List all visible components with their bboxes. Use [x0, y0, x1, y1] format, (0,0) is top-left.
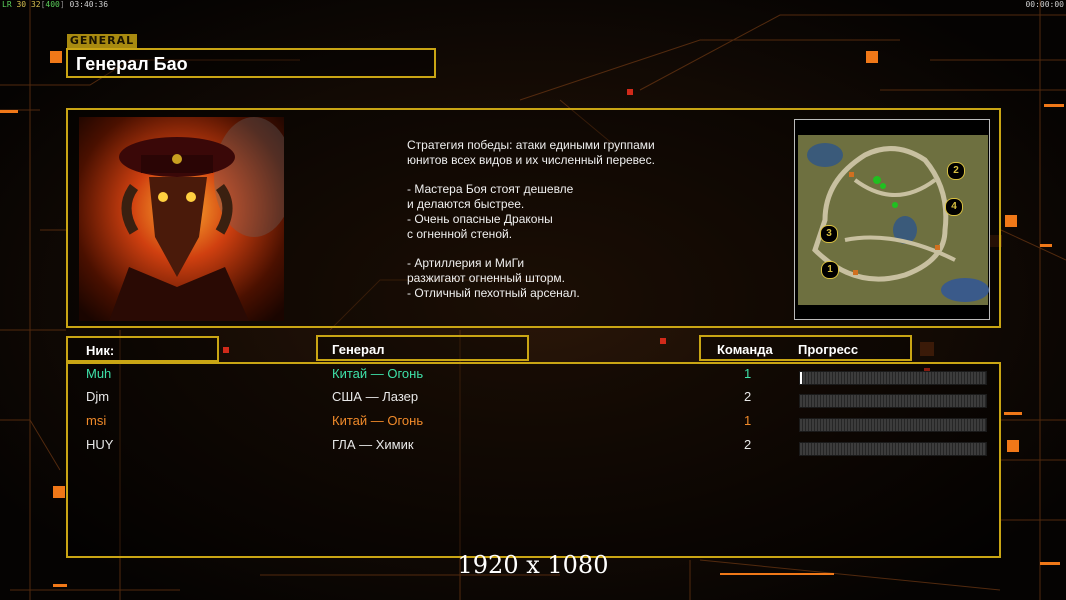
player-progress-bar — [799, 418, 987, 432]
column-header-nick: Ник: — [66, 336, 219, 362]
strategy-description: Стратегия победы: атаки едиными группами… — [407, 138, 655, 300]
player-team: 1 — [744, 366, 752, 381]
player-progress-bar — [799, 371, 987, 385]
player-nick: HUY — [86, 437, 114, 452]
start-position-1: 1 — [821, 261, 839, 279]
fps-value-c: 400 — [45, 0, 60, 9]
player-progress-bar — [799, 394, 987, 408]
general-tag: GENERAL — [67, 34, 137, 48]
column-label-progress: Прогресс — [798, 342, 859, 357]
start-position-3: 3 — [820, 225, 838, 243]
player-nick: Djm — [86, 389, 110, 404]
player-row: msi Китай — Огонь 1 — [86, 413, 987, 433]
player-general: США — Лазер — [332, 389, 419, 404]
fps-value-a: 30 — [16, 0, 27, 9]
player-team: 1 — [744, 413, 752, 428]
player-nick: msi — [86, 413, 107, 428]
player-team: 2 — [744, 437, 752, 452]
column-header-general: Генерал — [316, 335, 529, 361]
clock-right: 00:00:00 — [1025, 0, 1064, 9]
fps-prefix: LR — [2, 0, 12, 9]
player-progress-bar — [799, 442, 987, 456]
progress-fill — [800, 372, 802, 384]
clock-left: 03:40:36 — [69, 0, 109, 9]
player-general: Китай — Огонь — [332, 413, 424, 428]
resolution-caption: 1920 x 1080 — [457, 551, 609, 579]
player-general: ГЛА — Химик — [332, 437, 414, 452]
title-box: Генерал Бао — [66, 48, 436, 78]
fps-value-b: 32 — [30, 0, 41, 9]
player-nick: Muh — [86, 366, 112, 381]
column-header-team-progress: Команда Прогресс — [699, 335, 912, 361]
player-row: Djm США — Лазер 2 — [86, 389, 987, 409]
start-position-4: 4 — [945, 198, 963, 216]
column-label-team: Команда — [717, 342, 773, 357]
fps-overlay: LR 30 32[400] 03:40:36 — [2, 0, 109, 9]
column-label-general: Генерал — [332, 342, 385, 357]
general-title: Генерал Бао — [76, 54, 188, 74]
player-row: HUY ГЛА — Химик 2 — [86, 437, 987, 457]
column-label-nick: Ник: — [86, 343, 115, 358]
minimap: 1 2 3 4 — [794, 119, 990, 320]
general-portrait — [79, 117, 284, 321]
player-general: Китай — Огонь — [332, 366, 424, 381]
player-team: 2 — [744, 389, 752, 404]
start-position-2: 2 — [947, 162, 965, 180]
player-row: Muh Китай — Огонь 1 — [86, 366, 987, 386]
